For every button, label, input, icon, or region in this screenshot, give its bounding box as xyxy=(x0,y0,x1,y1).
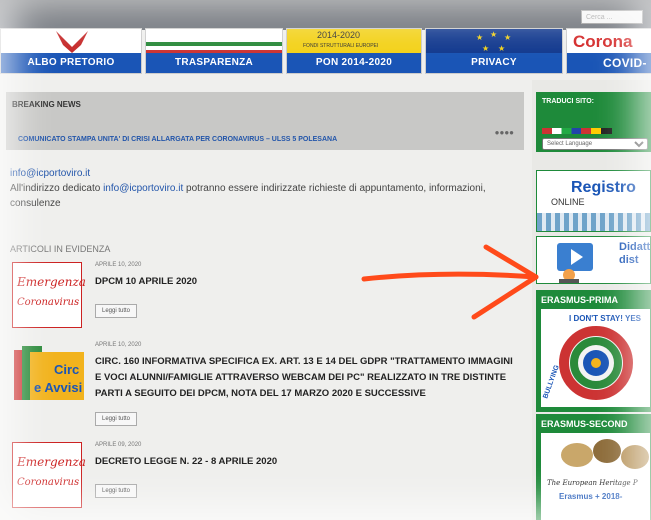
banner-image: Corona xyxy=(567,29,651,55)
banner-label: COVID- xyxy=(567,53,651,73)
article-title[interactable]: DECRETO LEGGE N. 22 - 8 APRILE 2020 xyxy=(95,454,515,470)
read-more-button[interactable]: Leggi tutto xyxy=(95,412,138,426)
banner-image xyxy=(146,29,282,55)
sidebar: TRADUCI SITO: Select Language Registro O… xyxy=(532,80,651,520)
registro-online-banner[interactable]: Registro ONLINE xyxy=(536,170,651,232)
thumbnail-line2: Coronavirus xyxy=(17,477,80,488)
thumbnail-line1: Emergenza xyxy=(17,275,86,289)
breaking-news-title: BREAKING NEWS xyxy=(12,100,81,109)
contact-inline-email[interactable]: info@icportoviro.it xyxy=(103,183,183,194)
covid-title: Corona xyxy=(573,32,633,51)
translate-widget: TRADUCI SITO: Select Language xyxy=(536,92,651,152)
article-thumbnail[interactable]: Emergenza Coronavirus xyxy=(12,442,86,508)
article-item: Emergenza Coronavirus APRILE 10, 2020 DP… xyxy=(12,262,522,336)
banner-albo-pretorio[interactable]: ALBO PRETORIO xyxy=(0,28,142,74)
registro-subtitle: ONLINE xyxy=(551,197,585,207)
erasmus-secondary-image: The European Heritage P Erasmus + 2018- xyxy=(541,433,650,520)
thumbnail-line1: Emergenza xyxy=(17,455,86,469)
erasmus-secondary-slogan: The European Heritage P xyxy=(547,479,638,487)
folders-icon: Circ e Avvisi xyxy=(14,346,84,400)
article-item: Emergenza Coronavirus APRILE 09, 2020 DE… xyxy=(12,442,522,516)
translate-title: TRADUCI SITO: xyxy=(542,98,594,105)
svg-text:★: ★ xyxy=(504,33,511,42)
thumbnail-line2: Coronavirus xyxy=(17,297,80,308)
search-input[interactable]: Cerca ... xyxy=(581,10,643,24)
articles-heading: ARTICOLI IN EVIDENZA xyxy=(10,244,111,254)
banner-label: TRASPARENZA xyxy=(146,53,282,73)
banner-pon[interactable]: 2014-2020 FONDI STRUTTURALI EUROPEI PON … xyxy=(286,28,422,74)
banner-label: ALBO PRETORIO xyxy=(1,53,141,73)
banner-image: 2014-2020 FONDI STRUTTURALI EUROPEI xyxy=(287,29,421,55)
article-title[interactable]: DPCM 10 APRILE 2020 xyxy=(95,274,515,290)
contact-email[interactable]: info@icportoviro.it xyxy=(10,166,520,181)
svg-text:★: ★ xyxy=(482,44,489,53)
pon-years: 2014-2020 xyxy=(317,30,361,40)
pon-subtitle: FONDI STRUTTURALI EUROPEI xyxy=(303,43,379,49)
main-content: BREAKING NEWS COMUNICATO STAMPA UNITA' D… xyxy=(0,80,532,520)
erasmus-primary-title: ERASMUS-PRIMA xyxy=(541,295,619,305)
article-date: APRILE 10, 2020 xyxy=(95,262,142,268)
read-more-button[interactable]: Leggi tutto xyxy=(95,304,138,318)
erasmus-primary-slogan: I DON'T STAY! YES xyxy=(569,314,642,323)
banner-covid[interactable]: Corona COVID- xyxy=(566,28,651,74)
banner-label: PRIVACY xyxy=(426,53,562,73)
didattica-title: Didatt dist xyxy=(619,241,651,266)
thumbnail-line2: e Avvisi xyxy=(34,380,82,395)
breaking-news: BREAKING NEWS COMUNICATO STAMPA UNITA' D… xyxy=(6,92,524,150)
banner-privacy[interactable]: ★ ★ ★ ★ ★ PRIVACY xyxy=(425,28,563,74)
banner-row: ALBO PRETORIO TRASPARENZA 2014-2020 FOND… xyxy=(0,28,651,76)
registro-graphic xyxy=(537,213,650,231)
erasmus-secondary-sub: Erasmus + 2018- xyxy=(559,492,623,501)
didattica-distanza-banner[interactable]: Didatt dist xyxy=(536,236,651,284)
erasmus-secondary-banner[interactable]: ERASMUS-SECOND The European Heritage P E… xyxy=(536,414,651,520)
contact-text: All'indirizzo dedicato info@icportoviro.… xyxy=(10,181,520,211)
eagle-icon xyxy=(56,31,88,53)
erasmus-primary-image: I DON'T STAY! YES BULLYING xyxy=(541,309,650,407)
language-select[interactable]: Select Language xyxy=(542,138,648,150)
svg-text:★: ★ xyxy=(490,30,497,39)
hands-circle-icon: I DON'T STAY! YES BULLYING xyxy=(542,314,642,400)
eu-stars-icon: ★ ★ ★ ★ ★ xyxy=(476,30,511,53)
read-more-button[interactable]: Leggi tutto xyxy=(95,484,138,498)
svg-text:★: ★ xyxy=(498,44,505,53)
banner-image xyxy=(1,29,141,55)
erasmus-secondary-title: ERASMUS-SECOND xyxy=(541,419,628,429)
heritage-shells-icon: The European Heritage P Erasmus + 2018- xyxy=(547,439,649,501)
article-thumbnail[interactable]: Circ e Avvisi xyxy=(12,342,84,408)
banner-image: ★ ★ ★ ★ ★ xyxy=(426,29,562,55)
banner-trasparenza[interactable]: TRASPARENZA xyxy=(145,28,283,74)
article-date: APRILE 10, 2020 xyxy=(95,342,142,348)
breaking-news-link[interactable]: COMUNICATO STAMPA UNITA' DI CRISI ALLARG… xyxy=(18,136,337,143)
registro-title: Registro xyxy=(571,179,636,196)
language-flags[interactable] xyxy=(542,128,612,134)
article-item: Circ e Avvisi APRILE 10, 2020 CIRC. 160 … xyxy=(12,342,522,432)
carousel-dots[interactable]: ●●●● xyxy=(495,128,514,137)
top-bar: Cerca ... xyxy=(0,0,651,30)
erasmus-primary-banner[interactable]: ERASMUS-PRIMA I DON'T STAY! YES BULLYING xyxy=(536,290,651,412)
thumbnail-line1: Circ xyxy=(54,362,79,377)
svg-text:★: ★ xyxy=(476,33,483,42)
article-thumbnail[interactable]: Emergenza Coronavirus xyxy=(12,262,86,328)
contact-text-pre: All'indirizzo dedicato xyxy=(10,183,104,194)
article-date: APRILE 09, 2020 xyxy=(95,442,142,448)
contact-info: info@icportoviro.it All'indirizzo dedica… xyxy=(10,166,520,211)
article-title[interactable]: CIRC. 160 INFORMATIVA SPECIFICA EX. ART.… xyxy=(95,354,515,402)
video-lesson-icon xyxy=(557,243,593,283)
banner-label: PON 2014-2020 xyxy=(287,53,421,73)
browser-screen: Cerca ... ALBO PRETORIO TRASPARENZA 2014… xyxy=(0,0,651,520)
erasmus-primary-side: BULLYING xyxy=(542,364,561,400)
